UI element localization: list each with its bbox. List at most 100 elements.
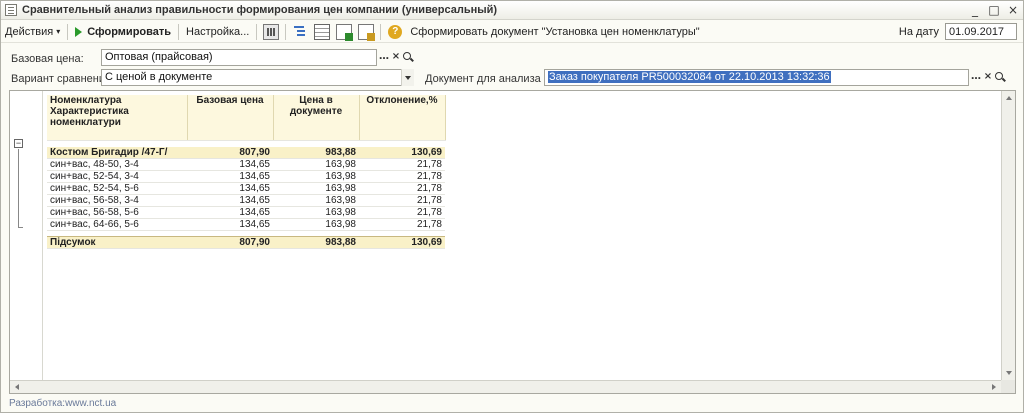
row-base-price: 134,65 xyxy=(187,158,273,171)
row-doc-price: 163,98 xyxy=(273,170,359,183)
toolbar-divider xyxy=(67,23,69,40)
report-icon xyxy=(5,4,17,16)
horizontal-scrollbar[interactable] xyxy=(10,380,1001,393)
play-icon xyxy=(75,26,83,37)
table-row[interactable]: син+вас, 52-54, 5-6 134,65 163,98 21,78 xyxy=(47,182,445,195)
chevron-down-icon[interactable] xyxy=(401,69,414,86)
table-row[interactable]: син+вас, 52-54, 3-4 134,65 163,98 21,78 xyxy=(47,170,445,183)
window-controls: _ □ × xyxy=(967,2,1021,18)
report-table: Номенклатура Характеристика номенклатури… xyxy=(47,95,446,249)
header-base-price: Базовая цена xyxy=(187,95,274,141)
row-name: син+вас, 48-50, 3-4 xyxy=(47,158,187,171)
group-gutter: − xyxy=(10,91,43,381)
scroll-right-icon[interactable] xyxy=(988,381,1000,393)
group-line xyxy=(18,149,19,227)
total-row[interactable]: Підсумок 807,90 983,88 130,69 xyxy=(47,236,445,249)
toolbar-divider xyxy=(256,23,258,40)
group-deviation: 130,69 xyxy=(359,146,445,159)
search-icon[interactable] xyxy=(994,69,1006,86)
total-base-price: 807,90 xyxy=(187,236,273,249)
scroll-down-icon[interactable] xyxy=(1003,367,1015,379)
collapse-icon[interactable]: − xyxy=(14,139,23,148)
run-label: Сформировать xyxy=(87,25,172,38)
row-deviation: 21,78 xyxy=(359,218,445,231)
select-button[interactable]: … xyxy=(970,69,982,86)
row-base-price: 134,65 xyxy=(187,182,273,195)
report-content: − Номенклатура Характеристика номенклату… xyxy=(10,91,1001,381)
date-input[interactable] xyxy=(945,23,1017,40)
table-icon[interactable] xyxy=(314,23,331,40)
date-area: На дату xyxy=(899,23,1017,40)
title-bar: Сравнительный анализ правильности формир… xyxy=(1,1,1023,20)
toolbar-divider xyxy=(285,23,287,40)
developer-credit: Разработка:www.nct.ua xyxy=(9,398,117,409)
toolbar-divider xyxy=(380,23,382,40)
create-document-button[interactable]: Сформировать документ "Установка цен ном… xyxy=(406,22,703,42)
actions-menu[interactable]: Действия ▾ xyxy=(1,22,64,42)
group-base-price: 807,90 xyxy=(187,146,273,159)
header-doc-price-line2: документе xyxy=(289,106,343,117)
row-doc-price: 163,98 xyxy=(273,194,359,207)
help-icon[interactable]: ? xyxy=(388,24,403,39)
report-area[interactable]: − Номенклатура Характеристика номенклату… xyxy=(9,90,1016,394)
row-name: син+вас, 56-58, 5-6 xyxy=(47,206,187,219)
table-row[interactable]: син+вас, 56-58, 5-6 134,65 163,98 21,78 xyxy=(47,206,445,219)
chevron-down-icon: ▾ xyxy=(56,27,61,36)
total-name: Підсумок xyxy=(47,236,187,249)
header-deviation: Отклонение,% xyxy=(359,95,446,141)
row-name: син+вас, 52-54, 5-6 xyxy=(47,182,187,195)
toolbar-divider xyxy=(178,23,180,40)
calculator-icon[interactable] xyxy=(263,23,280,40)
row-doc-price: 163,98 xyxy=(273,218,359,231)
search-icon[interactable] xyxy=(402,49,414,66)
run-button[interactable]: Сформировать xyxy=(71,22,175,42)
row-base-price: 134,65 xyxy=(187,218,273,231)
report-window: Сравнительный анализ правильности формир… xyxy=(0,0,1024,413)
row-base-price: 134,65 xyxy=(187,170,273,183)
row-name: син+вас, 52-54, 3-4 xyxy=(47,170,187,183)
scroll-left-icon[interactable] xyxy=(11,381,23,393)
group-row[interactable]: Костюм Бригадир /47-Г/ 807,90 983,88 130… xyxy=(47,146,445,159)
window-title: Сравнительный анализ правильности формир… xyxy=(22,4,498,16)
compare-select[interactable]: С ценой в документе xyxy=(101,69,414,86)
header-characteristic-label: Характеристика xyxy=(50,106,129,117)
table-row[interactable]: син+вас, 64-66, 5-6 134,65 163,98 21,78 xyxy=(47,218,445,231)
clear-icon[interactable]: × xyxy=(390,49,402,66)
settings-button[interactable]: Настройка... xyxy=(182,22,253,42)
group-doc-price: 983,88 xyxy=(273,146,359,159)
scroll-up-icon[interactable] xyxy=(1003,92,1015,104)
tree-view-icon[interactable] xyxy=(292,23,309,40)
clear-icon[interactable]: × xyxy=(982,69,994,86)
row-doc-price: 163,98 xyxy=(273,158,359,171)
row-doc-price: 163,98 xyxy=(273,182,359,195)
actions-label: Действия xyxy=(5,25,54,38)
row-deviation: 21,78 xyxy=(359,158,445,171)
document-value: Заказ покупателя PR500032084 от 22.10.20… xyxy=(548,71,831,83)
header-doc-price: Цена в документе xyxy=(273,95,360,141)
header-characteristic-label-2: номенклатури xyxy=(50,117,121,128)
minimize-button[interactable]: _ xyxy=(967,2,983,18)
row-name: син+вас, 64-66, 5-6 xyxy=(47,218,187,231)
table-row[interactable]: син+вас, 56-58, 3-4 134,65 163,98 21,78 xyxy=(47,194,445,207)
header-nomenclature: Номенклатура Характеристика номенклатури xyxy=(47,95,188,141)
toolbar: Действия ▾ Сформировать Настройка... ? С… xyxy=(1,21,1023,43)
row-deviation: 21,78 xyxy=(359,170,445,183)
table-row[interactable]: син+вас, 48-50, 3-4 134,65 163,98 21,78 xyxy=(47,158,445,171)
document-field[interactable]: Заказ покупателя PR500032084 от 22.10.20… xyxy=(544,69,969,86)
row-doc-price: 163,98 xyxy=(273,206,359,219)
select-button[interactable]: … xyxy=(378,49,390,66)
maximize-button[interactable]: □ xyxy=(986,2,1002,18)
vertical-scrollbar[interactable] xyxy=(1001,91,1015,380)
export-icon[interactable] xyxy=(336,23,354,41)
close-button[interactable]: × xyxy=(1005,2,1021,18)
total-doc-price: 983,88 xyxy=(273,236,359,249)
row-deviation: 21,78 xyxy=(359,194,445,207)
total-deviation: 130,69 xyxy=(359,236,445,249)
import-icon[interactable] xyxy=(358,23,376,41)
row-deviation: 21,78 xyxy=(359,182,445,195)
date-label: На дату xyxy=(898,25,939,38)
row-deviation: 21,78 xyxy=(359,206,445,219)
header-doc-price-line1: Цена в xyxy=(299,95,333,106)
base-price-field[interactable]: Оптовая (прайсовая) xyxy=(101,49,377,66)
header-nomenclature-label: Номенклатура xyxy=(50,95,122,106)
